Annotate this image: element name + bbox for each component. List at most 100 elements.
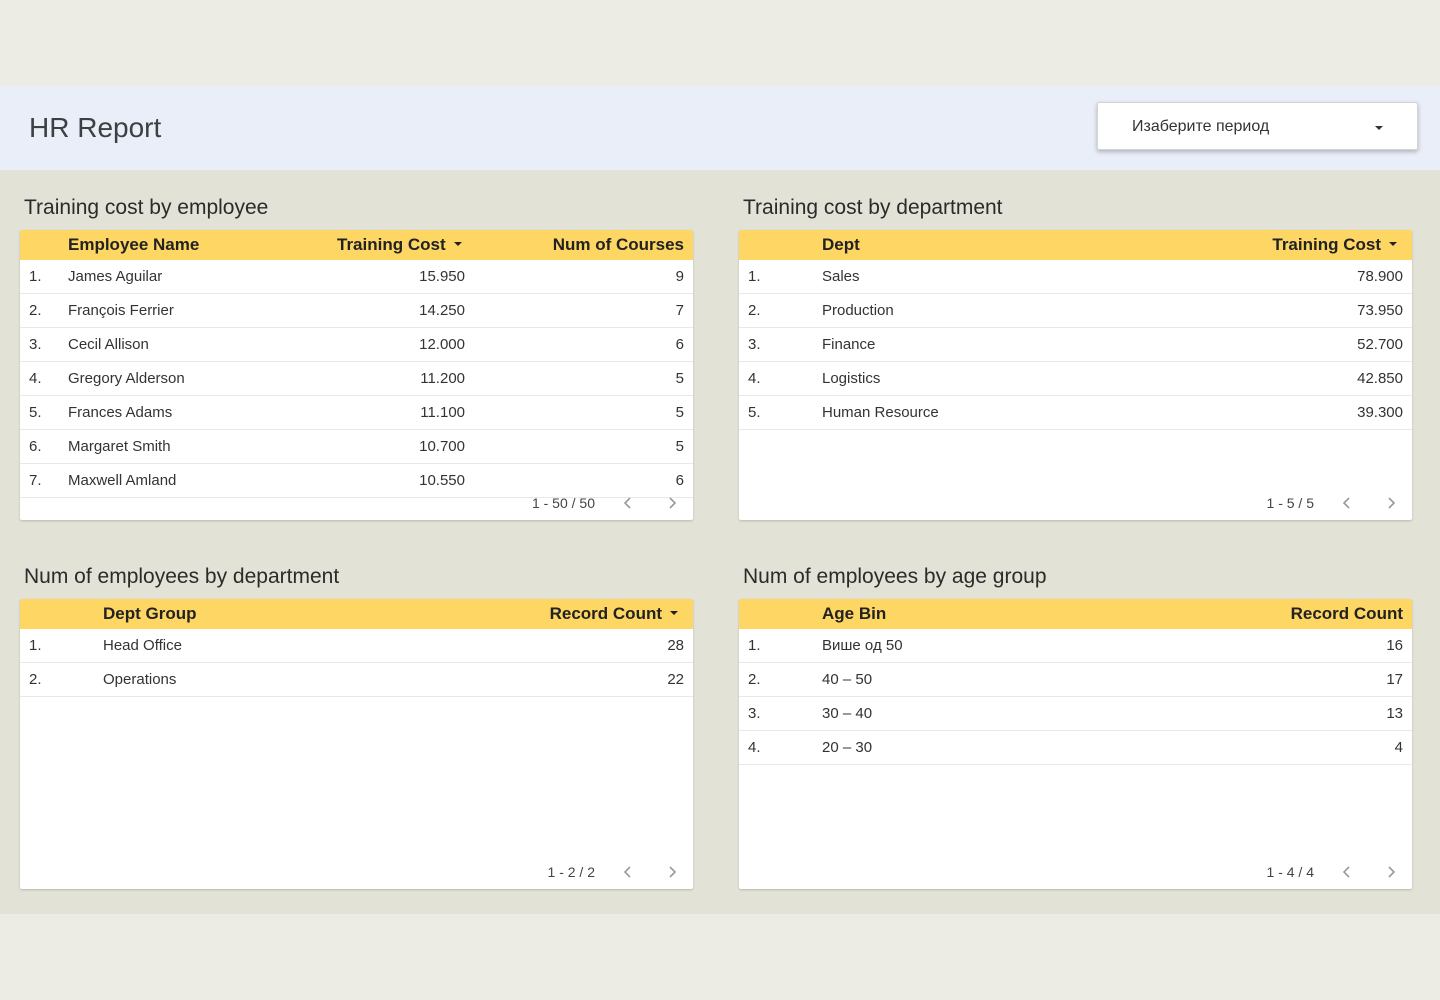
cell-training-cost: 10.700 xyxy=(419,438,465,455)
row-index: 2. xyxy=(29,671,42,688)
table-body: 1. James Aguilar 15.950 9 2. François Ferrier… xyxy=(20,260,693,498)
table-row[interactable]: 4. Gregory Alderson 11.200 5 xyxy=(20,362,693,396)
panel-title-training-by-employee: Training cost by employee xyxy=(24,196,269,219)
cell-employee-name: François Ferrier xyxy=(68,302,174,319)
column-header-dept-group[interactable]: Dept Group xyxy=(103,604,197,624)
table-training-by-department: Dept Training Cost 1. Sales 78.900 2. Produc… xyxy=(739,230,1412,520)
column-header-num-of-courses[interactable]: Num of Courses xyxy=(553,235,684,255)
cell-employee-name: Cecil Allison xyxy=(68,336,149,353)
pagination: 1 - 2 / 2 xyxy=(20,861,693,883)
table-row[interactable]: 3. Finance 52.700 xyxy=(739,328,1412,362)
cell-num-of-courses: 6 xyxy=(675,472,684,489)
row-index: 2. xyxy=(29,302,42,319)
table-employees-by-age: Age Bin Record Count 1. Више од 50 16 2. 40 … xyxy=(739,599,1412,889)
table-row[interactable]: 1. Sales 78.900 xyxy=(739,260,1412,294)
chevron-left-icon[interactable] xyxy=(1339,864,1355,880)
cell-dept: Logistics xyxy=(822,370,881,387)
cell-dept: Sales xyxy=(822,268,860,285)
cell-employee-name: Frances Adams xyxy=(68,404,173,421)
panel-title-employees-by-age: Num of employees by age group xyxy=(743,565,1047,588)
cell-training-cost: 11.200 xyxy=(420,370,465,387)
table-row[interactable]: 5. Human Resource 39.300 xyxy=(739,396,1412,430)
chevron-right-icon[interactable] xyxy=(1383,864,1399,880)
column-header-training-cost[interactable]: Training Cost xyxy=(337,235,462,255)
table-row[interactable]: 4. 20 – 30 4 xyxy=(739,731,1412,765)
cell-num-of-courses: 5 xyxy=(675,438,684,455)
table-row[interactable]: 2. François Ferrier 14.250 7 xyxy=(20,294,693,328)
column-header-dept[interactable]: Dept xyxy=(822,235,860,255)
column-header-record-count[interactable]: Record Count xyxy=(1291,604,1403,624)
caret-down-icon xyxy=(1375,126,1383,130)
cell-dept: Production xyxy=(822,302,894,319)
row-index: 7. xyxy=(29,472,42,489)
cell-dept-group: Operations xyxy=(103,671,177,688)
chevron-right-icon[interactable] xyxy=(664,864,680,880)
sort-desc-icon xyxy=(1389,241,1397,246)
row-index: 2. xyxy=(748,302,761,319)
table-row[interactable]: 1. Више од 50 16 xyxy=(739,629,1412,663)
table-row[interactable]: 2. Production 73.950 xyxy=(739,294,1412,328)
sort-desc-icon xyxy=(453,241,462,246)
table-header: Age Bin Record Count xyxy=(739,599,1412,629)
row-index: 1. xyxy=(29,268,42,285)
cell-num-of-courses: 9 xyxy=(675,268,684,285)
cell-employee-name: Gregory Alderson xyxy=(68,370,185,387)
table-row[interactable]: 6. Margaret Smith 10.700 5 xyxy=(20,430,693,464)
chevron-left-icon[interactable] xyxy=(620,864,636,880)
pagination-label: 1 - 2 / 2 xyxy=(547,864,595,880)
table-row[interactable]: 2. Operations 22 xyxy=(20,663,693,697)
row-index: 2. xyxy=(748,671,761,688)
cell-age-bin: Више од 50 xyxy=(822,637,903,654)
chevron-left-icon[interactable] xyxy=(620,495,636,511)
table-employees-by-department: Dept Group Record Count 1. Head Office 28 2… xyxy=(20,599,693,889)
pagination-label: 1 - 5 / 5 xyxy=(1266,495,1314,511)
cell-num-of-courses: 5 xyxy=(675,370,684,387)
sort-desc-icon xyxy=(670,610,678,615)
row-index: 5. xyxy=(748,404,761,421)
row-index: 3. xyxy=(748,336,761,353)
column-header-age-bin[interactable]: Age Bin xyxy=(822,604,886,624)
period-selector[interactable]: Изаберите период xyxy=(1097,102,1418,150)
cell-employee-name: Margaret Smith xyxy=(68,438,171,455)
cell-record-count: 13 xyxy=(1386,705,1403,722)
table-training-by-employee: Employee Name Training Cost Num of Cours… xyxy=(20,230,693,520)
table-row[interactable]: 3. 30 – 40 13 xyxy=(739,697,1412,731)
chevron-right-icon[interactable] xyxy=(664,495,680,511)
pagination-label: 1 - 50 / 50 xyxy=(531,495,595,511)
cell-training-cost: 42.850 xyxy=(1357,370,1403,387)
row-index: 4. xyxy=(748,739,761,756)
cell-employee-name: Maxwell Amland xyxy=(68,472,177,489)
table-row[interactable]: 1. Head Office 28 xyxy=(20,629,693,663)
period-selector-label: Изаберите период xyxy=(1132,118,1270,135)
table-row[interactable]: 5. Frances Adams 11.100 5 xyxy=(20,396,693,430)
page-title: HR Report xyxy=(29,112,162,143)
panel-title-training-by-department: Training cost by department xyxy=(743,196,1003,219)
table-header: Dept Training Cost xyxy=(739,230,1412,260)
column-header-training-cost[interactable]: Training Cost xyxy=(1272,235,1397,255)
cell-age-bin: 30 – 40 xyxy=(822,705,873,722)
row-index: 5. xyxy=(29,404,42,421)
cell-dept: Human Resource xyxy=(822,404,939,421)
table-row[interactable]: 2. 40 – 50 17 xyxy=(739,663,1412,697)
chevron-left-icon[interactable] xyxy=(1339,495,1355,511)
pagination: 1 - 50 / 50 xyxy=(20,492,693,514)
chevron-right-icon[interactable] xyxy=(1383,495,1399,511)
cell-num-of-courses: 7 xyxy=(675,302,684,319)
cell-num-of-courses: 5 xyxy=(675,404,684,421)
row-index: 1. xyxy=(748,268,761,285)
table-body: 1. Више од 50 16 2. 40 – 50 17 3. 30 – 40 13 4. 20… xyxy=(739,629,1412,765)
table-body: 1. Sales 78.900 2. Production 73.950 3. Finance… xyxy=(739,260,1412,430)
row-index: 4. xyxy=(29,370,42,387)
column-header-employee-name[interactable]: Employee Name xyxy=(68,235,199,255)
table-row[interactable]: 1. James Aguilar 15.950 9 xyxy=(20,260,693,294)
column-header-record-count[interactable]: Record Count xyxy=(550,604,678,624)
cell-training-cost: 15.950 xyxy=(419,268,465,285)
table-row[interactable]: 3. Cecil Allison 12.000 6 xyxy=(20,328,693,362)
pagination: 1 - 5 / 5 xyxy=(739,492,1412,514)
row-index: 3. xyxy=(29,336,42,353)
pagination-label: 1 - 4 / 4 xyxy=(1266,864,1314,880)
table-row[interactable]: 4. Logistics 42.850 xyxy=(739,362,1412,396)
cell-dept-group: Head Office xyxy=(103,637,182,654)
cell-training-cost: 11.100 xyxy=(420,404,465,421)
table-body: 1. Head Office 28 2. Operations 22 xyxy=(20,629,693,697)
